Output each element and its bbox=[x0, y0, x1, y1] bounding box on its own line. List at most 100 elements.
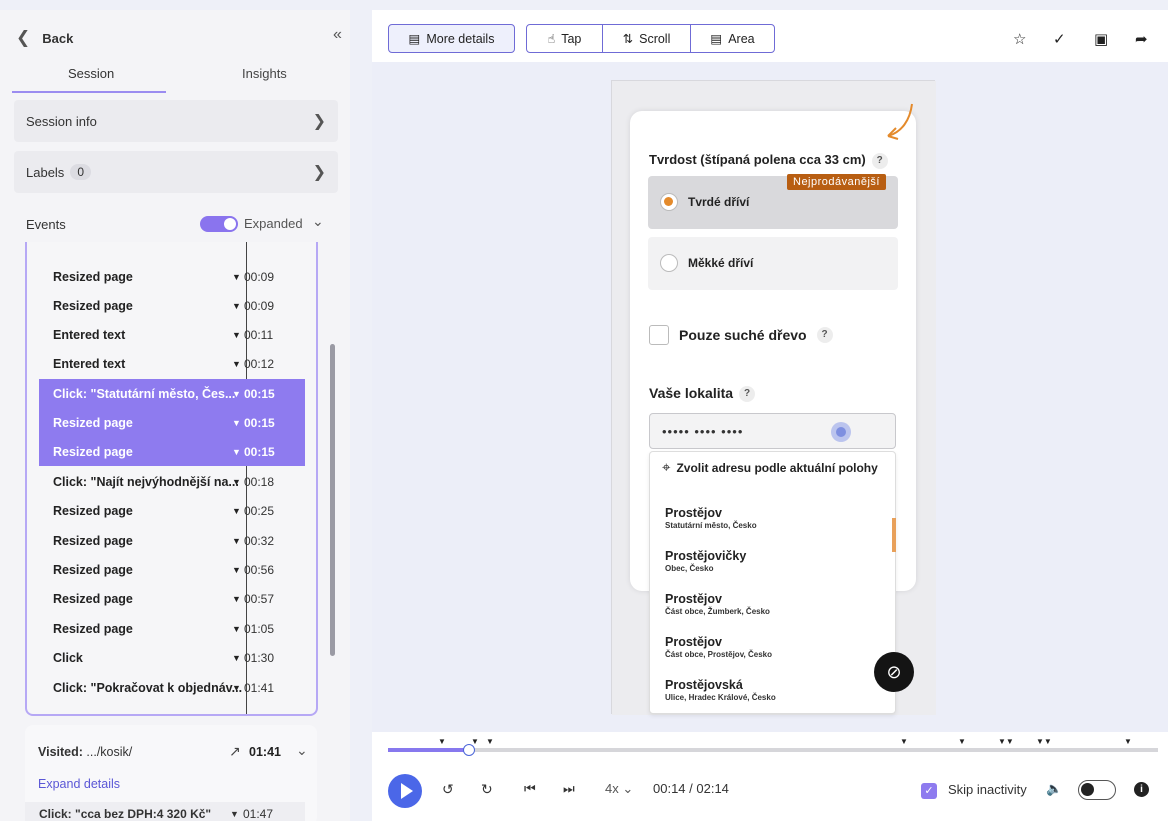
rewind-10-icon[interactable]: ↺ bbox=[442, 781, 454, 798]
suggestion-item[interactable]: Prostějovská Ulice, Hradec Králové, Česk… bbox=[665, 678, 776, 702]
visited-prefix: Visited: bbox=[38, 745, 83, 759]
collapse-sidebar-icon[interactable]: « bbox=[333, 26, 342, 44]
labels-section[interactable]: Labels 0 ❯ bbox=[14, 151, 338, 193]
suggestion-detail: Část obce, Žumberk, Česko bbox=[665, 607, 770, 616]
speed-select[interactable]: 4x ⌄ bbox=[605, 781, 633, 797]
event-row[interactable]: Resized page ▼ 00:09 bbox=[39, 291, 305, 320]
event-marker-icon: ▼▼ bbox=[1036, 737, 1052, 746]
event-row[interactable]: Resized page ▼ 00:57 bbox=[39, 584, 305, 613]
suggestion-item[interactable]: Prostějov Část obce, Žumberk, Česko bbox=[665, 592, 770, 616]
event-row-selected[interactable]: Resized page ▼ 00:15 bbox=[39, 408, 305, 437]
event-label: Click: "Statutární město, Čes... bbox=[53, 386, 236, 401]
skip-back-icon[interactable]: ⏮ bbox=[524, 781, 536, 797]
event-row[interactable]: Click ▼ 01:30 bbox=[39, 643, 305, 672]
chevron-left-icon: ❮ bbox=[16, 28, 31, 47]
marker-icon: ▼ bbox=[232, 446, 241, 457]
more-details-button[interactable]: ▤ More details bbox=[388, 24, 515, 53]
event-row[interactable]: Resized page ▼ 01:05 bbox=[39, 614, 305, 643]
event-row-selected[interactable]: Click: "Statutární město, Čes... ▼ 00:15 bbox=[39, 379, 305, 408]
play-button[interactable] bbox=[388, 774, 422, 808]
marker-icon: ▼ bbox=[232, 593, 241, 604]
session-replay-viewport: Tvrdost (štípaná polena cca 33 cm)? Tvrd… bbox=[372, 62, 1168, 732]
tab-session[interactable]: Session bbox=[68, 66, 114, 81]
share-icon[interactable]: ➦ bbox=[1135, 30, 1148, 48]
hardness-title-text: Tvrdost (štípaná polena cca 33 cm) bbox=[649, 152, 866, 167]
tab-insights[interactable]: Insights bbox=[242, 66, 287, 81]
heatmap-mode-group: ☝ Tap ⇅ Scroll ▤ Area bbox=[526, 24, 775, 53]
event-label: Resized page bbox=[53, 269, 133, 284]
dry-wood-checkbox[interactable] bbox=[649, 325, 669, 345]
replay-toolbar: ▤ More details ☝ Tap ⇅ Scroll ▤ Area ☆ ✓… bbox=[372, 10, 1168, 62]
help-icon[interactable]: ? bbox=[816, 327, 833, 343]
help-icon[interactable]: ? bbox=[739, 386, 756, 403]
suggestion-name: Prostějov bbox=[665, 592, 722, 606]
forward-30-icon[interactable]: ↻ bbox=[481, 781, 493, 798]
location-title-text: Vaše lokalita bbox=[649, 385, 734, 401]
chevron-down-icon[interactable]: ⌄ bbox=[312, 213, 324, 230]
area-button[interactable]: ▤ Area bbox=[691, 25, 774, 52]
expand-details-link[interactable]: Expand details bbox=[38, 777, 120, 791]
suggestion-detail: Ulice, Hradec Králové, Česko bbox=[665, 693, 776, 702]
visited-url: Visited: .../kosik/ bbox=[38, 745, 132, 759]
info-icon[interactable]: i bbox=[1134, 782, 1149, 797]
event-marker-icon: ▼ bbox=[438, 737, 446, 746]
session-info-section[interactable]: Session info ❯ bbox=[14, 100, 338, 142]
help-icon[interactable]: ? bbox=[871, 152, 888, 169]
crosshair-icon: ⌖ bbox=[662, 459, 671, 476]
radio-unselected[interactable] bbox=[660, 254, 678, 272]
event-time: 00:11 bbox=[244, 327, 274, 342]
event-row[interactable]: Resized page ▼ 00:56 bbox=[39, 555, 305, 584]
skip-forward-icon[interactable]: ⏭ bbox=[563, 781, 575, 797]
event-row[interactable]: Entered text ▼ 00:12 bbox=[39, 349, 305, 378]
skip-inactivity-checkbox[interactable]: ✓ bbox=[921, 783, 937, 799]
volume-icon[interactable]: 🔈 bbox=[1046, 781, 1062, 797]
suggestion-item[interactable]: Prostějov Statutární město, Česko bbox=[665, 506, 757, 530]
event-row[interactable]: Resized page ▼ 00:32 bbox=[39, 526, 305, 555]
replay-panel: ▤ More details ☝ Tap ⇅ Scroll ▤ Area ☆ ✓… bbox=[372, 10, 1168, 821]
event-row[interactable]: Click: "Pokračovat k objednáv... ▼ 01:41 bbox=[39, 673, 305, 702]
suggestion-name: Prostějovská bbox=[665, 678, 743, 692]
progress-track[interactable] bbox=[388, 748, 1158, 752]
radio-selected[interactable] bbox=[660, 193, 678, 211]
suggestion-item[interactable]: Prostějov Část obce, Prostějov, Česko bbox=[665, 635, 772, 659]
visited-page-card: Visited: .../kosik/ ↗ 01:41 ⌄ Expand det… bbox=[25, 725, 317, 821]
option-softwood[interactable]: Měkké dříví bbox=[648, 237, 898, 290]
external-link-icon[interactable]: ↗ bbox=[229, 743, 241, 760]
suggestion-item[interactable]: Prostějovičky Obec, Česko bbox=[665, 549, 746, 573]
event-marker-icon: ▼ bbox=[471, 737, 479, 746]
event-row[interactable]: Resized page ▼ 00:25 bbox=[39, 496, 305, 525]
location-input[interactable]: ••••• •••• •••• bbox=[649, 413, 896, 449]
tap-button[interactable]: ☝ Tap bbox=[527, 25, 603, 52]
suggestion-name: Prostějovičky bbox=[665, 549, 747, 563]
scroll-button[interactable]: ⇅ Scroll bbox=[603, 25, 691, 52]
event-time: 00:15 bbox=[244, 444, 275, 459]
expanded-toggle[interactable] bbox=[200, 216, 238, 232]
option-label: Měkké dříví bbox=[688, 256, 754, 270]
event-row[interactable]: Resized page ▼ 00:09 bbox=[39, 262, 305, 291]
visited-time: 01:41 bbox=[249, 745, 281, 759]
use-current-location-option[interactable]: ⌖ Zvolit adresu podle aktuální polohy bbox=[662, 460, 882, 476]
tap-indicator bbox=[831, 422, 851, 442]
event-row[interactable]: Click: "Najít nejvýhodnější na... ▼ 00:18 bbox=[39, 467, 305, 496]
marker-icon: ▼ bbox=[232, 623, 241, 634]
open-external-icon[interactable]: ▣ bbox=[1094, 30, 1108, 48]
chevron-down-icon: ⌄ bbox=[622, 781, 634, 796]
event-row[interactable]: Entered text ▼ 00:11 bbox=[39, 320, 305, 349]
more-details-label: More details bbox=[426, 31, 495, 46]
marker-icon: ▼ bbox=[232, 300, 241, 311]
event-label: Click: "cca bez DPH:4 320 Kč" bbox=[39, 807, 212, 821]
marker-icon: ▼ bbox=[232, 564, 241, 575]
event-row[interactable]: Click: "cca bez DPH:4 320 Kč" ▼ 01:47 bbox=[25, 802, 305, 821]
event-row-selected[interactable]: Resized page ▼ 00:15 bbox=[39, 437, 305, 466]
dry-wood-checkbox-row[interactable]: Pouze suché dřevo ? bbox=[649, 325, 833, 345]
chevron-down-icon[interactable]: ⌄ bbox=[296, 742, 308, 759]
back-button[interactable]: ❮ Back bbox=[16, 28, 73, 48]
active-tab-indicator bbox=[12, 91, 166, 93]
event-label: Resized page bbox=[53, 503, 133, 518]
event-label: Entered text bbox=[53, 356, 126, 371]
events-scrollbar[interactable] bbox=[330, 344, 335, 656]
chat-widget-icon[interactable]: ⊘ bbox=[874, 652, 914, 692]
tag-icon[interactable]: ✓ bbox=[1053, 30, 1066, 48]
playback-toggle[interactable] bbox=[1078, 780, 1116, 800]
star-icon[interactable]: ☆ bbox=[1013, 30, 1026, 48]
